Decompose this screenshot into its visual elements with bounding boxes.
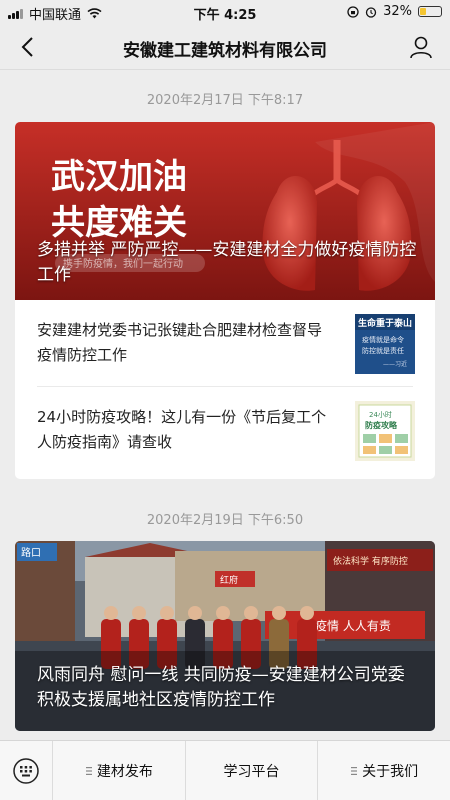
hero-article[interactable]: 武汉加油 共度难关 携手防疫情，我们一起行动 多措并举 严防严控——安建建材全力… (15, 122, 435, 300)
thumb-text-3: 防控就是责任 (362, 346, 404, 355)
thumb-text-2: 防疫攻略 (365, 420, 398, 430)
hero-caption: 风雨同舟 慰问一线 共同防疫—安建建材公司党委积极支援属地社区疫情防控工作 (37, 665, 405, 710)
thumb-text-4: ——习近 (383, 360, 407, 368)
message-timestamp: 2020年2月17日 下午8:17 (146, 93, 304, 108)
page-title: 安徽建工建筑材料有限公司 (123, 41, 327, 61)
battery-percent: 32% (383, 4, 412, 19)
banner-slogan: 疫情 人人有责 (315, 618, 391, 633)
thumb-text-1: 生命重于泰山 (358, 317, 412, 329)
nav-bar: 安徽建工建筑材料有限公司 (0, 24, 450, 70)
battery-icon (418, 6, 442, 17)
article-list-item[interactable]: 24小时防疫攻略！这儿有一份《节后复工个人防疫指南》请查收 24小时 防疫攻略 (37, 386, 415, 472)
shop-sign-text: 红府 (220, 574, 238, 586)
thumb-text-1: 24小时 (369, 410, 392, 419)
street-sign-text: 路口 (21, 546, 41, 559)
article-thumbnail: 24小时 防疫攻略 (355, 401, 415, 461)
message-timestamp: 2020年2月19日 下午6:50 (146, 513, 304, 528)
building-sign-text: 依法科学 有序防控 (333, 555, 408, 567)
hero-caption: 多措并举 严防严控——安建建材全力做好疫情防控工作 (37, 240, 417, 285)
menu-tab-materials[interactable]: 建材发布 (53, 741, 186, 800)
menu-tab-label: 学习平台 (223, 763, 280, 780)
article-thumbnail: 生命重于泰山 疫情就是命令 防控就是责任 ——习近 (355, 314, 415, 374)
alarm-icon (365, 6, 377, 18)
thumb-text-2: 疫情就是命令 (362, 335, 404, 344)
article-title: 安建建材党委书记张键赴合肥建材检查督导疫情防控工作 (37, 321, 323, 364)
banner-headline-1: 武汉加油 (51, 157, 187, 197)
profile-icon[interactable] (408, 34, 434, 60)
keyboard-toggle[interactable] (0, 741, 53, 800)
article-card: 路口 红府 依法科学 有序防控 疫情 人人有责 风雨同舟 慰问一线 共同防疫—安… (15, 541, 435, 731)
menu-tab-learning[interactable]: 学习平台 (186, 741, 319, 800)
menu-tab-about[interactable]: 关于我们 (318, 741, 450, 800)
status-bar: 中国联通 下午 4:25 32% (0, 0, 450, 24)
back-arrow-icon[interactable] (16, 34, 42, 60)
keyboard-icon (13, 757, 39, 784)
hero-article[interactable]: 路口 红府 依法科学 有序防控 疫情 人人有责 风雨同舟 慰问一线 共同防疫—安… (15, 541, 435, 731)
status-right: 32% (347, 4, 442, 19)
menu-tab-label: 关于我们 (362, 763, 419, 780)
article-card: 武汉加油 共度难关 携手防疫情，我们一起行动 多措并举 严防严控——安建建材全力… (15, 122, 435, 479)
article-title: 24小时防疫攻略！这儿有一份《节后复工个人防疫指南》请查收 (37, 408, 327, 451)
banner-headline-2: 共度难关 (51, 203, 187, 243)
submenu-icon (351, 766, 358, 775)
orientation-lock-icon (347, 5, 359, 18)
menu-tab-label: 建材发布 (96, 763, 153, 780)
bottom-menu-bar: 建材发布 学习平台 关于我们 (0, 740, 450, 800)
submenu-icon (85, 766, 92, 775)
article-list-item[interactable]: 安建建材党委书记张键赴合肥建材检查督导疫情防控工作 生命重于泰山 疫情就是命令 … (37, 300, 415, 386)
